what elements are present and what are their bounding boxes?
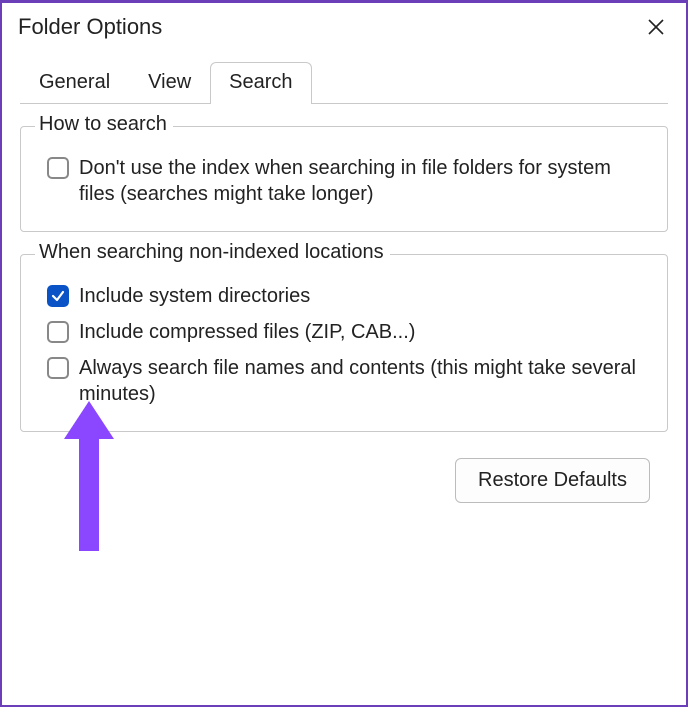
group-non-indexed: When searching non-indexed locations Inc… (20, 254, 668, 432)
search-tab-panel: How to search Don't use the index when s… (2, 104, 686, 503)
option-label: Always search file names and contents (t… (79, 355, 649, 407)
tab-general[interactable]: General (20, 62, 129, 104)
group-legend: When searching non-indexed locations (35, 241, 390, 264)
tab-label: General (39, 71, 110, 93)
option-include-compressed[interactable]: Include compressed files (ZIP, CAB...) (37, 315, 651, 351)
option-label: Include system directories (79, 283, 649, 309)
close-button[interactable] (640, 11, 672, 43)
tab-view[interactable]: View (129, 62, 210, 104)
group-legend: How to search (35, 113, 173, 136)
checkbox-dont-use-index[interactable] (47, 157, 69, 179)
tab-strip: General View Search (2, 61, 686, 103)
titlebar: Folder Options (2, 3, 686, 61)
option-label: Include compressed files (ZIP, CAB...) (79, 319, 649, 345)
tab-label: View (148, 71, 191, 93)
restore-defaults-button[interactable]: Restore Defaults (455, 458, 650, 503)
window-title: Folder Options (18, 14, 162, 40)
option-dont-use-index[interactable]: Don't use the index when searching in fi… (37, 151, 651, 213)
checkbox-include-compressed[interactable] (47, 321, 69, 343)
group-how-to-search: How to search Don't use the index when s… (20, 126, 668, 232)
checkbox-include-system-dirs[interactable] (47, 285, 69, 307)
option-always-search-contents[interactable]: Always search file names and contents (t… (37, 351, 651, 413)
tab-label: Search (229, 71, 292, 93)
buttons-row: Restore Defaults (20, 454, 668, 503)
close-icon (648, 19, 664, 35)
option-include-system-dirs[interactable]: Include system directories (37, 279, 651, 315)
folder-options-dialog: Folder Options General View Search How t… (2, 3, 686, 705)
button-label: Restore Defaults (478, 469, 627, 491)
checkbox-always-search-contents[interactable] (47, 357, 69, 379)
option-label: Don't use the index when searching in fi… (79, 155, 649, 207)
tab-search[interactable]: Search (210, 62, 311, 104)
